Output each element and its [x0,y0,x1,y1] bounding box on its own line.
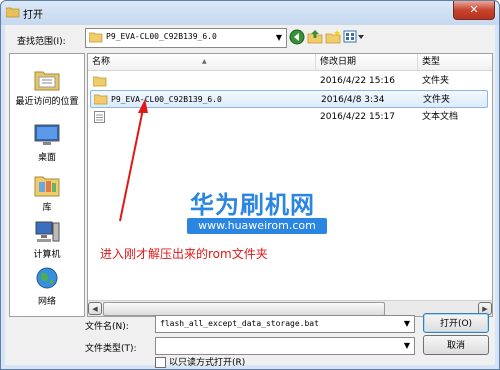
filetype-dropdown[interactable]: ▼ [155,337,415,355]
cancel-button[interactable]: 取消 [423,335,489,355]
readonly-label: 以只读方式打开(R) [169,358,246,368]
window-title: 打开 [23,10,43,21]
readonly-checkbox[interactable]: 以只读方式打开(R) [155,356,246,369]
checkbox-box[interactable] [155,357,166,368]
close-button[interactable]: ✕ [453,1,495,20]
dialog-body: 查找范围(I): P9_EVA-CL00_C92B139_6.0 ▼ 最近访问的… [5,25,495,368]
folder-open-icon [6,7,20,18]
chevron-down-icon[interactable]: ▼ [400,338,414,354]
open-file-dialog: 打开 ✕ 查找范围(I): P9_EVA-CL00_C92B139_6.0 ▼ [0,0,500,370]
title-bar[interactable]: 打开 ✕ [1,1,499,25]
filetype-label: 文件类型(T): [85,344,137,354]
annotation-arrow [119,99,148,222]
